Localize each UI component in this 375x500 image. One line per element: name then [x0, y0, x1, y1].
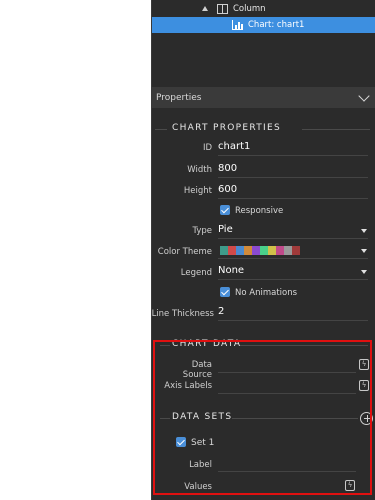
column-icon [217, 4, 228, 14]
color-theme-label: Color Theme [157, 247, 212, 257]
section-divider [302, 129, 370, 130]
color-swatch [244, 246, 252, 255]
properties-header-label: Properties [156, 92, 202, 103]
responsive-checkbox[interactable] [220, 205, 230, 215]
color-theme-dropdown-arrow-icon[interactable] [361, 249, 367, 253]
chart-icon [232, 20, 243, 30]
color-swatch [236, 246, 244, 255]
chevron-down-icon[interactable] [358, 90, 370, 102]
type-select[interactable]: Pie [218, 223, 368, 239]
properties-header[interactable]: Properties [152, 87, 375, 108]
color-swatch [276, 246, 284, 255]
width-label: Width [187, 165, 212, 175]
legend-dropdown-arrow-icon[interactable] [361, 270, 367, 274]
height-field[interactable]: 600 [218, 183, 368, 199]
color-swatch [284, 246, 292, 255]
color-swatch [268, 246, 276, 255]
type-dropdown-arrow-icon[interactable] [361, 229, 367, 233]
tree-item-column[interactable]: Column [152, 1, 375, 17]
color-swatch [228, 246, 236, 255]
line-thickness-field[interactable]: 2 [218, 305, 368, 321]
tree-item-chart-label: Chart: chart1 [248, 20, 305, 30]
line-thickness-label: Line Thickness [151, 309, 214, 319]
id-label: ID [202, 143, 212, 153]
width-field[interactable]: 800 [218, 162, 368, 178]
left-blank-area [0, 0, 151, 500]
color-swatch [220, 246, 228, 255]
color-theme-underline [218, 258, 368, 259]
collapse-triangle-icon[interactable] [202, 6, 208, 11]
section-divider [155, 129, 167, 130]
type-label: Type [192, 226, 212, 236]
legend-label: Legend [180, 268, 212, 278]
chart-properties-title: CHART PROPERTIES [172, 123, 281, 133]
color-theme-swatches[interactable] [220, 246, 300, 255]
legend-select[interactable]: None [218, 264, 368, 280]
color-swatch [292, 246, 300, 255]
id-field[interactable]: chart1 [218, 140, 368, 156]
tree-item-chart[interactable]: Chart: chart1 [152, 17, 375, 33]
no-animations-checkbox[interactable] [220, 287, 230, 297]
highlight-annotation-box [153, 340, 372, 495]
height-label: Height [183, 186, 212, 196]
tree-item-column-label: Column [233, 4, 266, 14]
no-animations-label: No Animations [235, 288, 298, 298]
color-swatch [252, 246, 260, 255]
responsive-label: Responsive [235, 206, 284, 216]
color-swatch [260, 246, 268, 255]
